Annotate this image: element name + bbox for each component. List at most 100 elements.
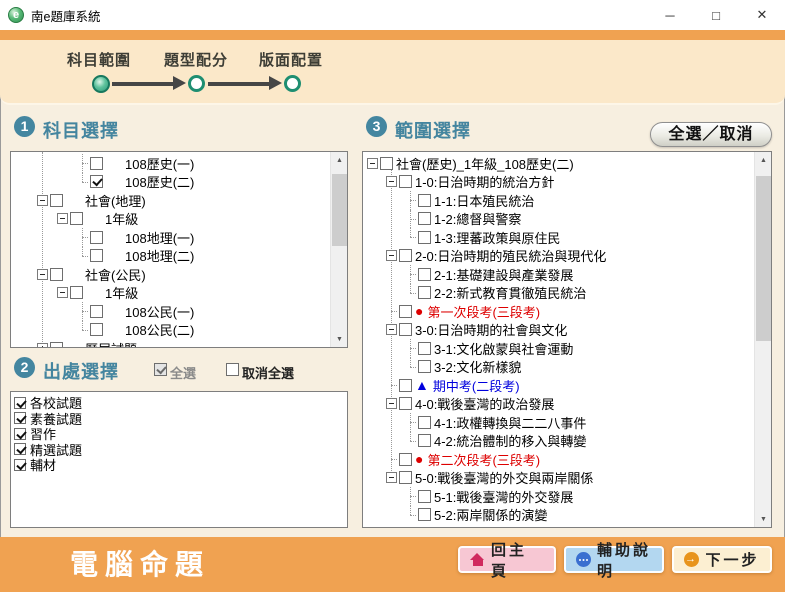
home-button[interactable]: 回主頁 — [458, 546, 556, 573]
tree-row[interactable]: 1年級 — [11, 210, 330, 229]
subject-tree-scrollbar[interactable]: ▲ ▼ — [330, 152, 347, 347]
tree-row[interactable]: 5-1:戰後臺灣的外交發展 — [363, 487, 754, 506]
list-item[interactable]: 素養試題 — [11, 411, 347, 427]
tree-label[interactable]: 1-3:理蕃政策與原住民 — [434, 228, 560, 247]
checkbox[interactable] — [399, 175, 412, 188]
scrollbar-thumb[interactable] — [756, 176, 771, 341]
checkbox[interactable] — [70, 212, 83, 225]
select-all-checkbox[interactable] — [154, 363, 167, 376]
tree-label[interactable]: 3-1:文化啟蒙與社會運動 — [434, 339, 573, 358]
minimize-icon[interactable]: ─ — [647, 0, 693, 30]
tree-row[interactable]: ●第二次段考(三段考) — [363, 450, 754, 469]
checkbox[interactable] — [418, 490, 431, 503]
checkbox[interactable] — [14, 397, 26, 409]
expand-toggle-icon[interactable] — [37, 269, 48, 280]
tree-label[interactable]: 1年級 — [105, 209, 138, 228]
checkbox[interactable] — [399, 305, 412, 318]
checkbox[interactable] — [90, 323, 103, 336]
tree-row[interactable]: 4-0:戰後臺灣的政治發展 — [363, 395, 754, 414]
expand-toggle-icon[interactable] — [57, 213, 68, 224]
expand-toggle-icon[interactable] — [386, 472, 397, 483]
tree-row[interactable]: 1年級 — [11, 284, 330, 303]
checkbox[interactable] — [399, 453, 412, 466]
tree-label[interactable]: 3-0:日治時期的社會與文化 — [415, 320, 567, 339]
scroll-up-icon[interactable]: ▲ — [331, 152, 348, 168]
scroll-down-icon[interactable]: ▼ — [331, 331, 348, 347]
tree-label[interactable]: 社會(歷史)_1年級_108歷史(二) — [396, 154, 574, 173]
checkbox[interactable] — [50, 342, 63, 347]
tree-row[interactable]: 1-0:日治時期的統治方針 — [363, 173, 754, 192]
tree-row[interactable]: 108歷史(一) — [11, 154, 330, 173]
tree-row[interactable]: 2-1:基礎建設與產業發展 — [363, 265, 754, 284]
checkbox[interactable] — [418, 434, 431, 447]
tree-row[interactable]: 5-0:戰後臺灣的外交與兩岸關係 — [363, 469, 754, 488]
expand-toggle-icon[interactable] — [57, 287, 68, 298]
checkbox[interactable] — [399, 323, 412, 336]
checkbox[interactable] — [418, 212, 431, 225]
tree-label[interactable]: 社會(地理) — [85, 191, 146, 210]
tree-row[interactable]: 3-0:日治時期的社會與文化 — [363, 321, 754, 340]
list-item[interactable]: 輔材 — [11, 457, 347, 473]
tree-label[interactable]: 108歷史(一) — [125, 154, 194, 173]
tree-row[interactable]: 2-0:日治時期的殖民統治與現代化 — [363, 247, 754, 266]
scrollbar-thumb[interactable] — [332, 174, 347, 246]
next-step-button[interactable]: 下一步 — [672, 546, 772, 573]
tree-row[interactable]: 108地理(二) — [11, 247, 330, 266]
tree-label[interactable]: 2-0:日治時期的殖民統治與現代化 — [415, 246, 606, 265]
checkbox[interactable] — [50, 268, 63, 281]
tree-row[interactable]: 2-2:新式教育貫徹殖民統治 — [363, 284, 754, 303]
checkbox[interactable] — [90, 231, 103, 244]
checkbox[interactable] — [50, 194, 63, 207]
tree-row[interactable]: 108公民(一) — [11, 302, 330, 321]
scroll-down-icon[interactable]: ▼ — [755, 511, 772, 527]
tree-label[interactable]: 1-2:總督與警察 — [434, 209, 521, 228]
tree-label[interactable]: 108地理(一) — [125, 228, 194, 247]
tree-row[interactable]: 社會(公民) — [11, 265, 330, 284]
checkbox[interactable] — [418, 286, 431, 299]
scroll-up-icon[interactable]: ▲ — [755, 152, 772, 168]
tree-label[interactable]: 108公民(二) — [125, 320, 194, 339]
tree-row[interactable]: 108公民(二) — [11, 321, 330, 340]
tree-label[interactable]: 4-0:戰後臺灣的政治發展 — [415, 394, 554, 413]
expand-toggle-icon[interactable] — [386, 176, 397, 187]
expand-toggle-icon[interactable] — [386, 250, 397, 261]
tree-row[interactable]: 3-2:文化新樣貌 — [363, 358, 754, 377]
tree-label[interactable]: 歷屆試題 — [85, 339, 137, 347]
tree-row[interactable]: ▲期中考(二段考) — [363, 376, 754, 395]
checkbox[interactable] — [14, 443, 26, 455]
tree-label[interactable]: 5-1:戰後臺灣的外交發展 — [434, 487, 573, 506]
checkbox[interactable] — [90, 157, 103, 170]
checkbox[interactable] — [14, 428, 26, 440]
checkbox[interactable] — [399, 249, 412, 262]
expand-toggle-icon[interactable] — [386, 398, 397, 409]
tree-label[interactable]: 2-1:基礎建設與產業發展 — [434, 265, 573, 284]
checkbox[interactable] — [90, 175, 103, 188]
tree-label[interactable]: 4-1:政權轉換與二二八事件 — [434, 413, 586, 432]
tree-label[interactable]: 社會(公民) — [85, 265, 146, 284]
tree-row[interactable]: 108歷史(二) — [11, 173, 330, 192]
checkbox[interactable] — [90, 249, 103, 262]
tree-row[interactable]: 3-1:文化啟蒙與社會運動 — [363, 339, 754, 358]
tree-label[interactable]: 108公民(一) — [125, 302, 194, 321]
expand-toggle-icon[interactable] — [37, 195, 48, 206]
help-button[interactable]: 輔助說明 — [564, 546, 664, 573]
tree-row[interactable]: 1-2:總督與警察 — [363, 210, 754, 229]
tree-label[interactable]: 2-2:新式教育貫徹殖民統治 — [434, 283, 586, 302]
tree-row[interactable]: 1-1:日本殖民統治 — [363, 191, 754, 210]
tree-label[interactable]: 5-0:戰後臺灣的外交與兩岸關係 — [415, 468, 593, 487]
tree-label[interactable]: 第二次段考(三段考) — [427, 450, 540, 469]
checkbox[interactable] — [399, 471, 412, 484]
checkbox[interactable] — [418, 268, 431, 281]
checkbox[interactable] — [90, 305, 103, 318]
close-icon[interactable]: ✕ — [739, 0, 785, 30]
tree-label[interactable]: 4-2:統治體制的移入與轉變 — [434, 431, 586, 450]
tree-label[interactable]: 108地理(二) — [125, 246, 194, 265]
tree-label[interactable]: 3-2:文化新樣貌 — [434, 357, 521, 376]
checkbox[interactable] — [14, 412, 26, 424]
tree-label[interactable]: 108歷史(二) — [125, 172, 194, 191]
checkbox[interactable] — [418, 231, 431, 244]
tree-row[interactable]: 社會(歷史)_1年級_108歷史(二) — [363, 154, 754, 173]
checkbox[interactable] — [70, 286, 83, 299]
tree-label[interactable]: 1-0:日治時期的統治方針 — [415, 172, 554, 191]
tree-label[interactable]: 1-1:日本殖民統治 — [434, 191, 534, 210]
